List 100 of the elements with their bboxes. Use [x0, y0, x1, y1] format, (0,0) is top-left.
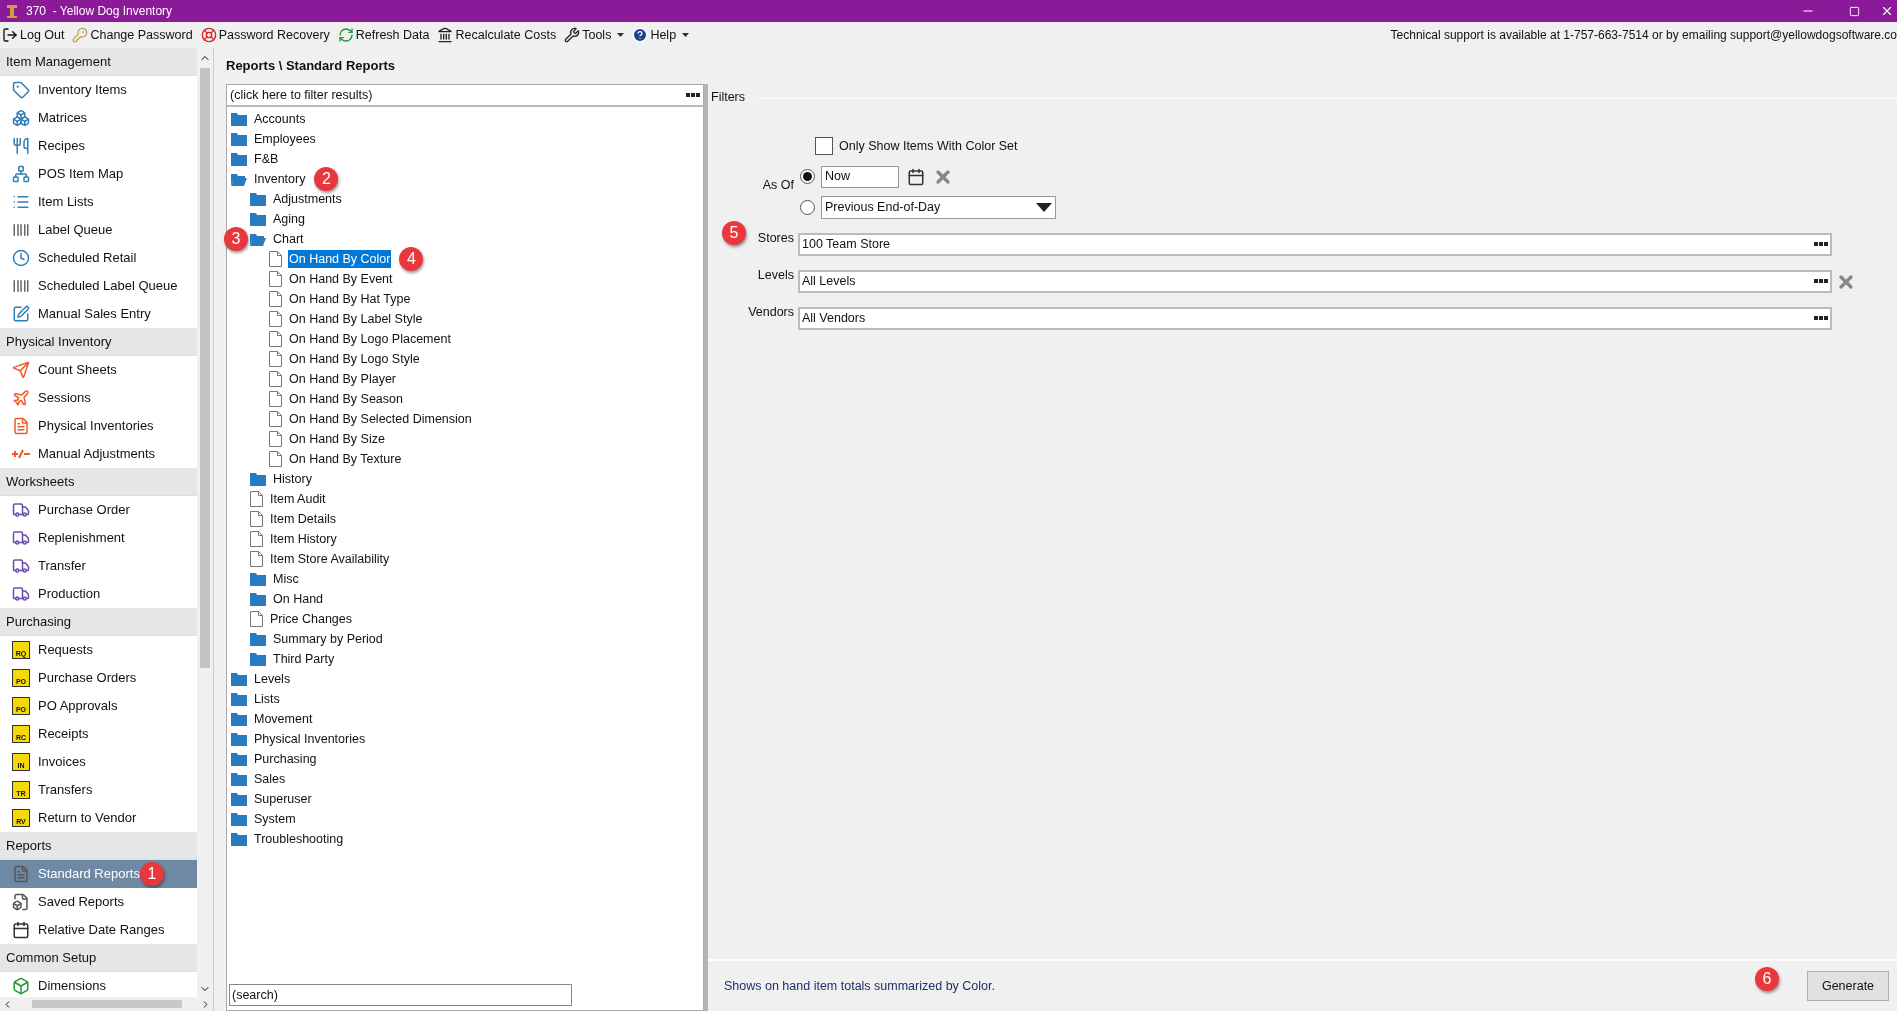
tree-item[interactable]: On Hand By Logo Style [288, 349, 421, 369]
tag-icon [12, 81, 30, 99]
selection-field[interactable]: All Levels [798, 269, 1832, 293]
tree-item[interactable]: Price Changes [269, 609, 353, 629]
field-label: Levels [757, 266, 794, 284]
tree-item[interactable]: Sales [253, 769, 287, 789]
tree-item[interactable]: Summary by Period [272, 629, 384, 649]
sidebar-item[interactable]: Replenishment [0, 524, 198, 552]
radio-button[interactable] [800, 169, 815, 184]
tree-item[interactable]: Inventory [253, 169, 307, 189]
more-icon[interactable] [686, 93, 700, 97]
sidebar-item[interactable]: Physical Inventories [0, 412, 198, 440]
toolbar-button[interactable]: Password Recovery [200, 25, 330, 45]
sidebar-item[interactable]: Relative Date Ranges [0, 916, 198, 944]
dropdown[interactable]: Previous End-of-Day [821, 195, 1056, 219]
sidebar-item[interactable]: Count Sheets [0, 356, 198, 384]
more-icon[interactable] [1814, 242, 1828, 246]
tree-item[interactable]: Aging [272, 209, 306, 229]
tree-item[interactable]: On Hand By Player [288, 369, 397, 389]
tree-item[interactable]: On Hand By Selected Dimension [288, 409, 473, 429]
date-field[interactable]: Now [821, 165, 899, 188]
tree-item[interactable]: System [253, 809, 297, 829]
checkbox[interactable] [815, 137, 833, 156]
toolbar-button[interactable]: Help [632, 25, 690, 45]
key-icon [72, 27, 89, 43]
sidebar-item[interactable]: Manual Sales Entry [0, 300, 198, 328]
tree-item[interactable]: Physical Inventories [253, 729, 367, 749]
sidebar-item[interactable]: Recipes [0, 132, 198, 160]
clock-icon [12, 249, 30, 267]
breadcrumb: Reports \ Standard Reports [226, 57, 397, 76]
generate-button[interactable]: Generate [1807, 971, 1889, 1001]
document-icon [269, 351, 282, 367]
sidebar-item[interactable]: Sessions [0, 384, 198, 412]
sidebar-item[interactable]: Dimensions [0, 972, 198, 997]
toolbar-button[interactable]: Change Password [72, 25, 193, 45]
tree-item[interactable]: Item Audit [269, 489, 327, 509]
barcode-icon [12, 221, 30, 239]
sidebar-item[interactable]: Transfer [0, 552, 198, 580]
sidebar-section-header: Item Management [0, 48, 198, 76]
tree-item[interactable]: On Hand By Season [288, 389, 404, 409]
tree-item[interactable]: Troubleshooting [253, 829, 345, 849]
sidebar-item[interactable]: Inventory Items [0, 76, 198, 104]
sidebar-item[interactable]: Label Queue [0, 216, 198, 244]
sidebar-item[interactable]: Manual Adjustments [0, 440, 198, 468]
tree-item[interactable]: Chart [272, 229, 305, 249]
selection-field[interactable]: 100 Team Store [798, 232, 1832, 256]
toolbar-button[interactable]: Log Out [2, 25, 65, 45]
tree-item[interactable]: Superuser [253, 789, 313, 809]
selection-field[interactable]: All Vendors [798, 306, 1832, 330]
document-icon [269, 331, 282, 347]
tree-item[interactable]: On Hand By Logo Placement [288, 329, 452, 349]
document-icon [250, 511, 263, 527]
field-label: As Of [761, 176, 794, 194]
close-icon[interactable] [1880, 4, 1894, 18]
sidebar-section-header: Worksheets [0, 468, 198, 496]
tree-item[interactable]: Accounts [253, 109, 307, 129]
tree-item[interactable]: Levels [253, 669, 292, 689]
tree-item[interactable]: On Hand By Hat Type [288, 289, 412, 309]
tree-item[interactable]: History [272, 469, 313, 489]
tree-item[interactable]: On Hand By Size [288, 429, 386, 449]
tree-item[interactable]: On Hand By Color [288, 249, 392, 269]
tree-item[interactable]: Lists [253, 689, 281, 709]
toolbar-button[interactable]: Tools [564, 25, 625, 45]
radio-button[interactable] [800, 199, 815, 215]
sidebar-item[interactable]: Saved Reports [0, 888, 198, 916]
tree-item[interactable]: Item Store Availability [269, 549, 391, 569]
tree-item[interactable]: F&B [253, 149, 280, 169]
truck-icon [12, 501, 30, 519]
toolbar-button[interactable]: Refresh Data [337, 25, 430, 45]
sidebar-item[interactable]: Item Lists [0, 188, 198, 216]
tree-item[interactable]: Third Party [272, 649, 336, 669]
document-icon [269, 251, 282, 267]
tree-item[interactable]: Movement [253, 709, 314, 729]
tree-item[interactable]: Item History [269, 529, 338, 549]
calendar-icon[interactable] [907, 167, 925, 186]
send-icon [12, 361, 30, 379]
more-icon[interactable] [1814, 316, 1828, 320]
tree-item[interactable]: Purchasing [253, 749, 318, 769]
sidebar-item[interactable]: Scheduled Retail [0, 244, 198, 272]
sidebar-item[interactable]: Matrices [0, 104, 198, 132]
tree-item[interactable]: Misc [272, 569, 300, 589]
more-icon[interactable] [1814, 279, 1828, 283]
restore-icon[interactable] [1848, 5, 1860, 17]
filter-field[interactable]: (click here to filter results) [227, 85, 703, 107]
tree-item[interactable]: Employees [253, 129, 317, 149]
truck-icon [12, 585, 30, 603]
tree-item[interactable]: On Hand By Label Style [288, 309, 424, 329]
tree-item[interactable]: On Hand By Event [288, 269, 394, 289]
tree-item[interactable]: Adjustments [272, 189, 343, 209]
tree-item[interactable]: On Hand By Texture [288, 449, 403, 469]
sidebar-item[interactable]: Scheduled Label Queue [0, 272, 198, 300]
field-label: Vendors [748, 303, 794, 321]
toolbar-button[interactable]: Recalculate Costs [437, 25, 557, 45]
tree-item[interactable]: On Hand [272, 589, 325, 609]
sidebar-item[interactable]: Production [0, 580, 198, 608]
sidebar-item[interactable]: POS Item Map [0, 160, 198, 188]
callout-number: 2 [314, 167, 339, 191]
sidebar-item[interactable]: Purchase Order [0, 496, 198, 524]
tree-item[interactable]: Item Details [269, 509, 337, 529]
search-field[interactable]: (search) [229, 984, 572, 1006]
